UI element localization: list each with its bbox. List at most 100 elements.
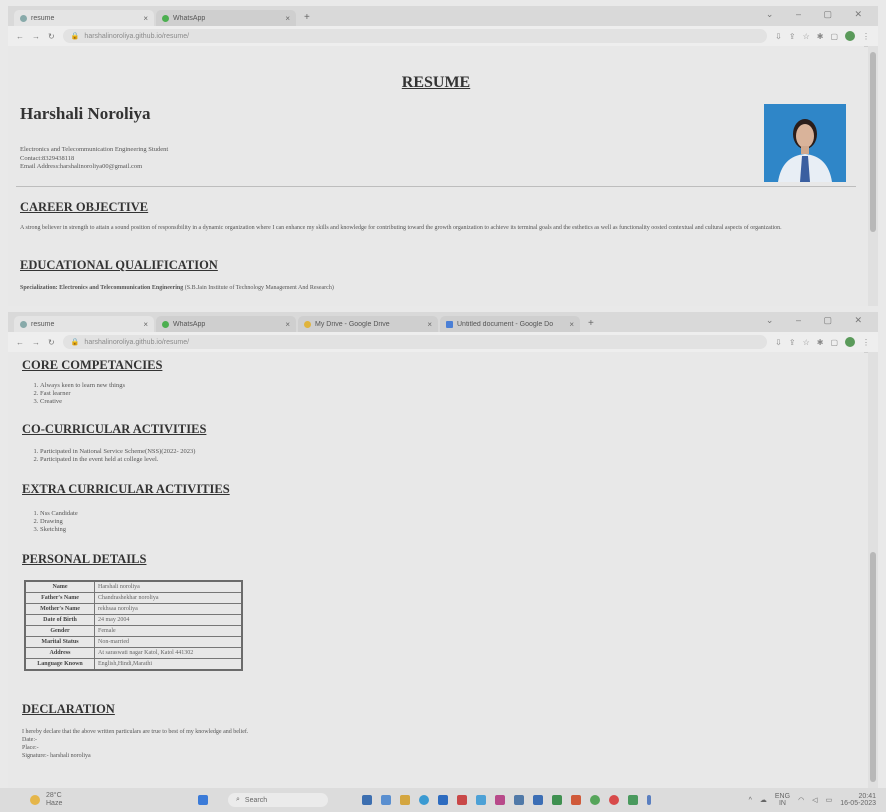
- table-key: Mother's Name: [24, 603, 95, 615]
- excel-icon[interactable]: [552, 795, 562, 805]
- search-icon: ⌕: [236, 796, 240, 803]
- list-item: Always keen to learn new things: [40, 382, 125, 390]
- whatsapp-icon: [162, 320, 169, 328]
- close-icon[interactable]: ×: [285, 14, 290, 23]
- tab-resume[interactable]: resume ×: [14, 10, 154, 26]
- scrollbar-thumb[interactable]: [870, 552, 876, 782]
- powerpoint-icon[interactable]: [571, 795, 581, 805]
- url-text: harshalinoroliya.github.io/resume/: [84, 32, 190, 40]
- language-indicator[interactable]: ENG IN: [775, 793, 790, 807]
- profile-photo: [764, 104, 846, 182]
- back-icon[interactable]: ←: [16, 32, 24, 41]
- tab-google-docs[interactable]: Untitled document - Google Do ×: [440, 316, 580, 332]
- word-icon[interactable]: [533, 795, 543, 805]
- camera-icon[interactable]: [514, 795, 524, 805]
- forward-icon[interactable]: →: [32, 32, 40, 41]
- tab-label: My Drive - Google Drive: [315, 320, 390, 328]
- table-value: Non-married: [94, 636, 243, 648]
- tab-resume[interactable]: resume ×: [14, 316, 154, 332]
- system-tray: ^ ☁ ENG IN ◠ ◁ ▭ 20:41 16-05-2023: [749, 793, 876, 807]
- store-icon[interactable]: [438, 795, 448, 805]
- tab-google-drive[interactable]: My Drive - Google Drive ×: [298, 316, 438, 332]
- office-icon[interactable]: [457, 795, 467, 805]
- new-tab-button[interactable]: +: [298, 10, 316, 26]
- tab-whatsapp[interactable]: WhatsApp ×: [156, 316, 296, 332]
- battery-icon[interactable]: ▭: [826, 796, 833, 804]
- extensions-icon[interactable]: ✱: [817, 32, 824, 41]
- list-item: Participated in the event held at colleg…: [40, 456, 195, 464]
- close-icon[interactable]: ×: [143, 14, 148, 23]
- tab-whatsapp[interactable]: WhatsApp ×: [156, 10, 296, 26]
- url-field[interactable]: 🔒 harshalinoroliya.github.io/resume/: [62, 29, 768, 43]
- share-icon[interactable]: ⇪: [789, 338, 796, 347]
- star-icon[interactable]: ☆: [803, 338, 810, 347]
- taskbar: 28°C Haze ⌕ Search ^ ☁ ENG IN ◠ ◁ ▭ 20:41 16…: [0, 788, 886, 812]
- page-title: RESUME: [401, 74, 471, 91]
- scrollbar[interactable]: [868, 46, 878, 306]
- career-objective-heading: CAREER OBJECTIVE: [20, 200, 149, 214]
- sidebar-icon[interactable]: ▢: [830, 338, 838, 347]
- menu-icon[interactable]: ⋮: [862, 32, 870, 41]
- close-icon[interactable]: ×: [569, 320, 574, 329]
- download-icon[interactable]: ⇩: [775, 32, 782, 41]
- back-icon[interactable]: ←: [16, 338, 24, 347]
- url-field[interactable]: 🔒 harshalinoroliya.github.io/resume/: [62, 335, 768, 349]
- new-tab-button[interactable]: +: [582, 316, 600, 332]
- download-icon[interactable]: ⇩: [775, 338, 782, 347]
- window-controls[interactable]: ⌄ – ▢ ✕: [766, 9, 872, 20]
- app-icon[interactable]: [495, 795, 505, 805]
- reload-icon[interactable]: ↻: [48, 32, 55, 41]
- taskbar-apps: [362, 795, 651, 805]
- opera-icon[interactable]: [609, 795, 619, 805]
- list-item: Creative: [40, 398, 125, 406]
- menu-icon[interactable]: ⋮: [862, 338, 870, 347]
- weather-widget[interactable]: 28°C Haze: [30, 792, 170, 808]
- chrome-icon[interactable]: [590, 795, 600, 805]
- onedrive-icon[interactable]: ☁: [760, 796, 767, 804]
- list-item: Nss Candidate: [40, 510, 78, 518]
- tab-bar: resume × WhatsApp × My Drive - Google Driv…: [8, 312, 878, 332]
- time-text: 20:41: [858, 793, 876, 800]
- star-icon[interactable]: ☆: [803, 32, 810, 41]
- top-browser-window: resume × WhatsApp × + ⌄ – ▢ ✕ ← → ↻ 🔒 harshal…: [8, 6, 878, 306]
- file-explorer-icon[interactable]: [400, 795, 410, 805]
- weather-desc: Haze: [46, 800, 63, 807]
- table-row: Father's Name Chandrashekhar noroliya: [24, 592, 243, 604]
- volume-icon[interactable]: ◁: [812, 796, 817, 804]
- app-icon[interactable]: [647, 795, 651, 805]
- table-key: Name: [24, 580, 95, 593]
- tab-label: WhatsApp: [173, 320, 206, 328]
- extensions-icon[interactable]: ✱: [817, 338, 824, 347]
- table-row: Address At saraswati nagar Katol, Katol 4…: [24, 647, 243, 659]
- scrollbar[interactable]: [868, 352, 878, 788]
- table-key: Address: [24, 647, 95, 659]
- whatsapp-app-icon[interactable]: [628, 795, 638, 805]
- wifi-icon[interactable]: ◠: [798, 796, 804, 804]
- windows-start-icon[interactable]: [198, 795, 208, 805]
- chevron-up-icon[interactable]: ^: [749, 797, 752, 804]
- share-icon[interactable]: ⇪: [789, 32, 796, 41]
- declaration-heading: DECLARATION: [22, 702, 115, 716]
- clock[interactable]: 20:41 16-05-2023: [840, 793, 876, 807]
- lock-icon: 🔒: [70, 33, 80, 40]
- task-view-icon[interactable]: [362, 795, 372, 805]
- sidebar-icon[interactable]: ▢: [830, 32, 838, 41]
- table-value: 24 may 2004: [94, 614, 243, 626]
- drive-icon: [304, 320, 311, 328]
- profile-avatar[interactable]: [845, 337, 855, 347]
- forward-icon[interactable]: →: [32, 338, 40, 347]
- close-icon[interactable]: ×: [285, 320, 290, 329]
- scrollbar-thumb[interactable]: [870, 52, 876, 232]
- edge-icon[interactable]: [419, 795, 429, 805]
- window-controls[interactable]: ⌄ – ▢ ✕: [766, 315, 872, 326]
- globe-icon: [20, 14, 27, 22]
- education-line: Specialization: Electronics and Telecomm…: [20, 284, 854, 292]
- close-icon[interactable]: ×: [143, 320, 148, 329]
- specialization-label: Specialization: Electronics and Telecomm…: [20, 285, 184, 291]
- vscode-icon[interactable]: [476, 795, 486, 805]
- taskbar-search[interactable]: ⌕ Search: [228, 793, 328, 807]
- reload-icon[interactable]: ↻: [48, 338, 55, 347]
- chat-icon[interactable]: [381, 795, 391, 805]
- close-icon[interactable]: ×: [427, 320, 432, 329]
- profile-avatar[interactable]: [845, 31, 855, 41]
